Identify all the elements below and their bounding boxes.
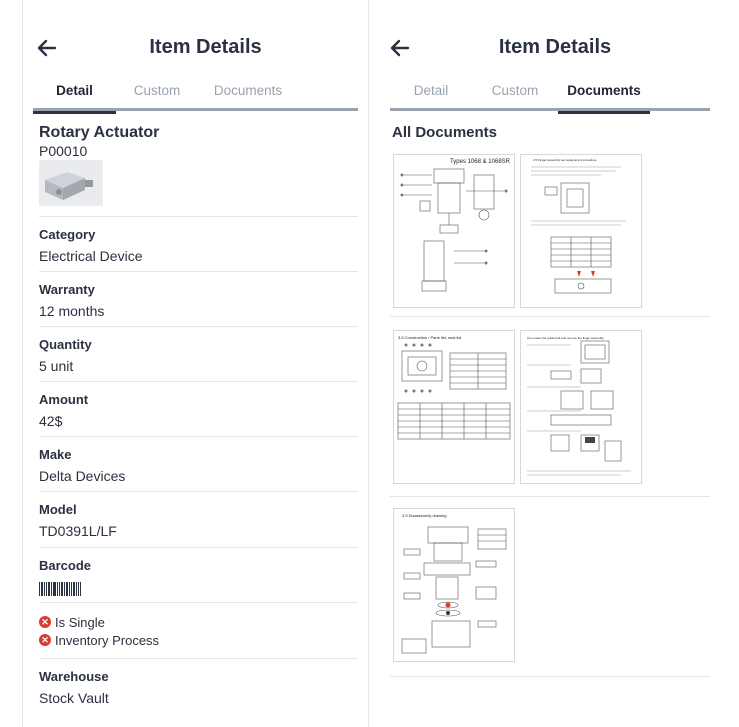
field-label: Category	[39, 227, 96, 242]
field-label: Quantity	[39, 337, 92, 352]
field-amount: Amount 42$	[39, 381, 358, 429]
field-value: 5 unit	[39, 358, 74, 374]
field-warehouse: Warehouse Stock Vault	[39, 658, 358, 706]
header: Item Details	[23, 0, 368, 72]
field-label: Warehouse	[39, 669, 109, 684]
x-circle-icon: ✕	[39, 634, 51, 646]
field-quantity: Quantity 5 unit	[39, 326, 358, 374]
field-label: Make	[39, 447, 72, 462]
field-value: Electrical Device	[39, 248, 143, 264]
document-thumbnail[interactable]: (1) Loosen the guide bolt and remove the…	[520, 330, 642, 484]
field-model: Model TD0391L/LF	[39, 491, 358, 539]
item-thumbnail[interactable]	[39, 160, 103, 206]
actuator-image	[39, 160, 103, 206]
item-details-documents-pane: Item Details Detail Custom Documents All…	[380, 0, 720, 727]
tab-custom[interactable]: Custom	[472, 83, 558, 108]
document-thumbnail[interactable]: Types 1068 & 1068SR	[393, 154, 515, 308]
field-label: Model	[39, 502, 77, 517]
field-category: Category Electrical Device	[39, 216, 358, 264]
field-label: Warranty	[39, 282, 95, 297]
item-name: Rotary Actuator	[39, 124, 160, 141]
page-title: Item Details	[498, 36, 612, 58]
field-value: Stock Vault	[39, 690, 109, 706]
tab-documents[interactable]: Documents	[198, 83, 298, 108]
page-title: Item Details	[149, 36, 262, 58]
tab-documents[interactable]: Documents	[558, 83, 650, 114]
field-value: 42$	[39, 413, 63, 429]
document-caption: 3.6 Construction / Parts list, seal list	[398, 335, 462, 340]
flag-inventory-process: ✕ Inventory Process	[39, 631, 358, 649]
field-value: 12 months	[39, 303, 105, 319]
tab-detail[interactable]: Detail	[390, 83, 472, 108]
flags-list: ✕ Is Single ✕ Inventory Process	[39, 602, 358, 649]
field-make: Make Delta Devices	[39, 436, 358, 484]
document-caption: Types 1068 & 1068SR	[450, 159, 511, 165]
document-caption: 3.5 Finger assembly set replacement proc…	[533, 158, 597, 162]
header: Item Details	[380, 0, 720, 72]
tab-bar: Detail Custom Documents	[33, 80, 358, 114]
document-thumbnail[interactable]: 3.5 Finger assembly set replacement proc…	[520, 154, 642, 308]
flag-label: Is Single	[55, 614, 105, 630]
flag-is-single: ✕ Is Single	[39, 613, 358, 631]
document-thumbnail[interactable]: 3.5 Disassembly drawing	[393, 508, 515, 662]
field-barcode: Barcode	[39, 547, 358, 601]
document-caption: 3.5 Disassembly drawing	[402, 513, 446, 518]
x-circle-icon: ✕	[39, 616, 51, 628]
item-header: Rotary Actuator P00010	[39, 124, 159, 159]
tab-detail[interactable]: Detail	[33, 83, 116, 114]
barcode-image	[39, 582, 81, 596]
field-value: TD0391L/LF	[39, 523, 117, 539]
field-label: Barcode	[39, 558, 92, 573]
documents-heading: All Documents	[392, 124, 498, 141]
tab-bar: Detail Custom Documents	[390, 80, 710, 114]
item-details-detail-pane: Item Details Detail Custom Documents Rot…	[22, 0, 369, 727]
item-code: P00010	[39, 143, 88, 159]
field-value: Delta Devices	[39, 468, 126, 484]
document-caption: (1) Loosen the guide bolt and remove the…	[527, 336, 604, 340]
tab-custom[interactable]: Custom	[116, 83, 198, 108]
field-label: Amount	[39, 392, 89, 407]
field-warranty: Warranty 12 months	[39, 271, 358, 319]
flag-label: Inventory Process	[55, 632, 160, 648]
document-thumbnail[interactable]: 3.6 Construction / Parts list, seal list	[393, 330, 515, 484]
